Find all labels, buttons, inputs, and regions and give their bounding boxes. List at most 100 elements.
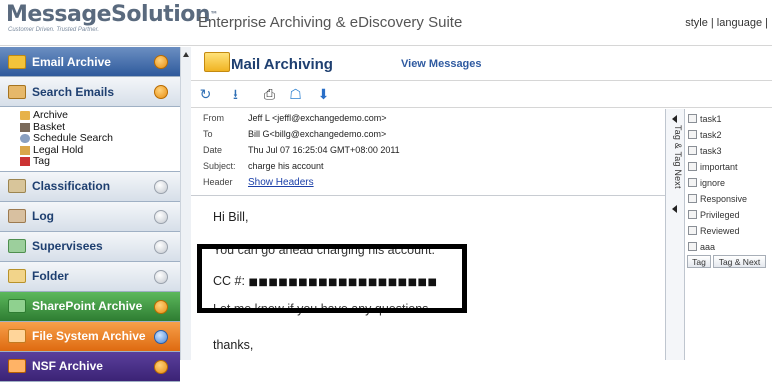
- tag-label: task3: [700, 145, 722, 156]
- cc-number-line: CC #: ■■■■■■■■■■■■■■■■■■■: [213, 274, 437, 288]
- sidebar-supervisees-label: Supervisees: [32, 239, 103, 253]
- tag-label: aaa: [700, 241, 716, 252]
- sidebar-scrollbar[interactable]: [180, 47, 191, 360]
- checkbox[interactable]: [688, 146, 697, 155]
- checkbox[interactable]: [688, 210, 697, 219]
- checkbox[interactable]: [688, 226, 697, 235]
- sidebar-log[interactable]: Log: [0, 201, 180, 232]
- tag-item-aaa[interactable]: aaa: [688, 240, 715, 253]
- collapse-arrow-icon[interactable]: [672, 205, 677, 213]
- tag-item-task2[interactable]: task2: [688, 128, 722, 141]
- tag-label: Privileged: [700, 209, 740, 220]
- sidebar-supervisees[interactable]: Supervisees: [0, 231, 180, 262]
- body-greeting: Hi Bill,: [213, 210, 249, 224]
- basket-icon: [20, 122, 30, 132]
- print-icon[interactable]: ⎙: [261, 86, 278, 103]
- tree-item-schedule-search[interactable]: Schedule Search: [20, 132, 180, 145]
- sharepoint-archive-icon: [8, 299, 26, 313]
- expand-toggle-icon[interactable]: [154, 299, 168, 314]
- main-panel: Mail Archiving View Messages ↻ ⭳ ⎙ ☖ ⬇ F…: [191, 47, 772, 360]
- classification-icon: [8, 179, 26, 193]
- sidebar-file-system-archive[interactable]: File System Archive: [0, 321, 180, 352]
- tag-item-important[interactable]: important: [688, 160, 738, 173]
- tag-label: task2: [700, 129, 722, 140]
- message-headers: From Jeff L <jeffl@exchangedemo.com> To …: [191, 109, 665, 194]
- date-label: Date: [203, 145, 223, 155]
- sidebar-classification-label: Classification: [32, 179, 111, 193]
- tag-button[interactable]: Tag: [687, 255, 711, 268]
- view-messages-link[interactable]: View Messages: [401, 58, 482, 70]
- tag-item-responsive[interactable]: Responsive: [688, 192, 747, 205]
- tag-panel-tabs[interactable]: Tag & Tag Next: [665, 109, 685, 360]
- top-links[interactable]: style | language |: [685, 17, 768, 29]
- from-value: Jeff L <jeffl@exchangedemo.com>: [248, 113, 387, 123]
- sidebar-log-label: Log: [32, 209, 54, 223]
- sidebar-folder[interactable]: Folder: [0, 261, 180, 292]
- tree-item-label: Tag: [33, 155, 50, 167]
- sidebar-search-emails[interactable]: Search Emails: [0, 77, 180, 107]
- date-value: Thu Jul 07 16:25:04 GMT+08:00 2011: [248, 145, 400, 155]
- messagesolution-logo[interactable]: MessageSolution™ Customer Driven. Truste…: [6, 2, 218, 42]
- checkbox[interactable]: [688, 130, 697, 139]
- tag-item-task3[interactable]: task3: [688, 144, 722, 157]
- collapse-arrow-icon[interactable]: [672, 115, 677, 123]
- tag-label: Reviewed: [700, 225, 740, 236]
- header-row-date: Date Thu Jul 07 16:25:04 GMT+08:00 2011: [203, 145, 663, 159]
- show-headers-link[interactable]: Show Headers: [248, 177, 314, 191]
- expand-toggle-icon[interactable]: [154, 239, 168, 254]
- refresh-icon[interactable]: ↻: [197, 86, 214, 103]
- top-bar: MessageSolution™ Customer Driven. Truste…: [0, 0, 772, 46]
- search-emails-tree: Archive Basket Schedule Search Legal Hol…: [0, 107, 180, 172]
- supervisees-icon: [8, 239, 26, 253]
- network-share-icon[interactable]: ☖: [287, 86, 304, 103]
- tag-label: important: [700, 161, 738, 172]
- expand-toggle-icon[interactable]: [154, 269, 168, 284]
- sidebar-sharepoint-archive[interactable]: SharePoint Archive: [0, 291, 180, 322]
- header-row-subject: Subject: charge his account: [203, 161, 663, 175]
- tag-list: task1 task2 task3 important ignore Respo…: [685, 109, 772, 360]
- checkbox[interactable]: [688, 114, 697, 123]
- tag-and-next-button[interactable]: Tag & Next: [713, 255, 766, 268]
- expand-toggle-icon[interactable]: [154, 179, 168, 194]
- download-icon[interactable]: ⭳: [227, 86, 244, 103]
- header-label: Header: [203, 177, 233, 187]
- schedule-search-icon: [20, 134, 30, 144]
- mail-envelope-icon: [204, 52, 230, 72]
- sidebar-nsf-archive[interactable]: NSF Archive: [0, 351, 180, 382]
- checkbox[interactable]: [688, 194, 697, 203]
- expand-toggle-icon[interactable]: [154, 55, 168, 69]
- subject-label: Subject:: [203, 161, 236, 171]
- expand-toggle-icon[interactable]: [154, 329, 168, 344]
- sidebar-email-archive[interactable]: Email Archive: [0, 47, 180, 77]
- tree-item-tag[interactable]: Tag: [20, 155, 180, 168]
- expand-toggle-icon[interactable]: [154, 209, 168, 224]
- arrow-down-icon[interactable]: ⬇: [315, 86, 332, 103]
- expand-toggle-icon[interactable]: [154, 85, 168, 99]
- checkbox[interactable]: [688, 242, 697, 251]
- from-label: From: [203, 113, 224, 123]
- expand-toggle-icon[interactable]: [154, 359, 168, 374]
- checkbox[interactable]: [688, 178, 697, 187]
- page-title: Mail Archiving: [231, 56, 333, 73]
- tag-tag-next-tab[interactable]: Tag & Tag Next: [669, 125, 683, 189]
- tag-item-reviewed[interactable]: Reviewed: [688, 224, 740, 237]
- subject-value: charge his account: [248, 161, 324, 171]
- body-closing: thanks,: [213, 338, 254, 352]
- tree-item-label: Schedule Search: [33, 132, 113, 144]
- tree-item-archive[interactable]: Archive: [20, 109, 180, 122]
- sidebar-classification[interactable]: Classification: [0, 171, 180, 202]
- mail-archiving-header: Mail Archiving View Messages: [191, 47, 772, 79]
- email-archive-icon: [8, 54, 26, 69]
- scroll-up-arrow-icon[interactable]: [183, 52, 189, 57]
- tree-item-label: Archive: [33, 109, 69, 121]
- tag-item-ignore[interactable]: ignore: [688, 176, 725, 189]
- tag-item-privileged[interactable]: Privileged: [688, 208, 740, 221]
- checkbox[interactable]: [688, 162, 697, 171]
- header-row-header: Header Show Headers: [203, 177, 663, 191]
- folder-icon: [8, 269, 26, 283]
- tag-label: task1: [700, 113, 722, 124]
- logo-text: MessageSolution: [6, 2, 211, 27]
- tag-item-task1[interactable]: task1: [688, 112, 722, 125]
- cc-label: CC #:: [213, 274, 245, 288]
- sidebar-sharepoint-archive-label: SharePoint Archive: [32, 299, 143, 313]
